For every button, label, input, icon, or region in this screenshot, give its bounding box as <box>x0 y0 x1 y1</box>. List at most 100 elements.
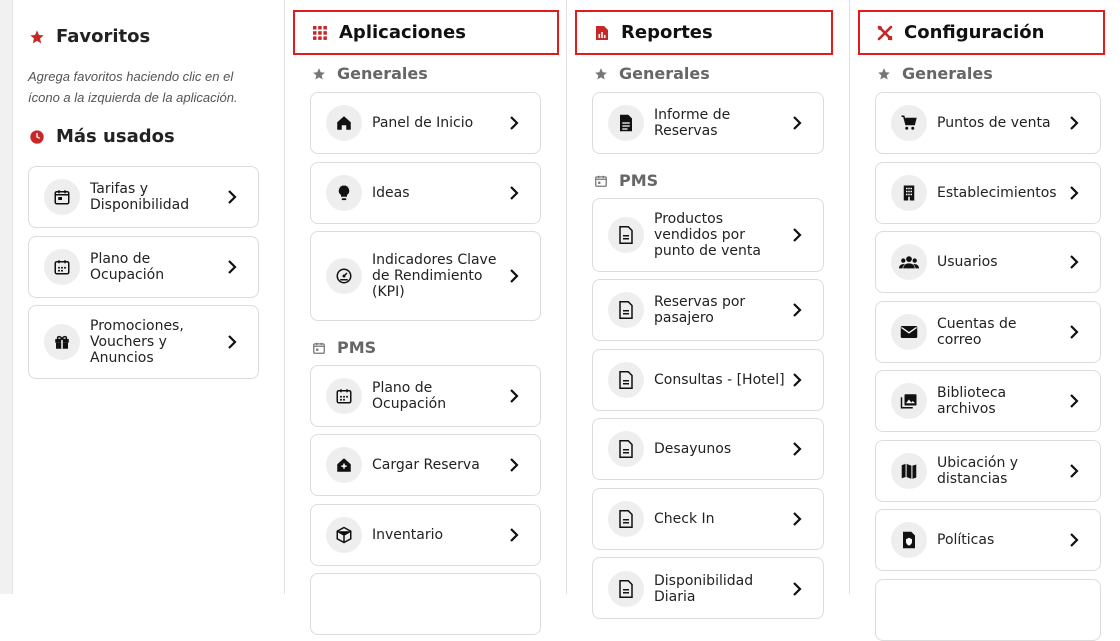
clock-icon <box>28 128 46 146</box>
favoritos-header: Favoritos <box>28 26 150 47</box>
chevron-right-icon <box>222 257 242 277</box>
document-outline-icon <box>608 217 644 253</box>
card-cargar-reserva[interactable]: Cargar Reserva <box>310 434 541 496</box>
card-label: Promociones, Vouchers y Anuncios <box>90 318 184 366</box>
aplicaciones-column: Aplicaciones Generales Panel de Inicio I… <box>285 0 566 635</box>
card-consultas-hotel[interactable]: Consultas - [Hotel] <box>592 349 824 411</box>
document-outline-icon <box>608 501 644 537</box>
configuracion-column: Configuración Generales Puntos de venta … <box>850 0 1120 641</box>
card-label: Consultas - [Hotel] <box>654 372 785 388</box>
chevron-right-icon <box>1064 391 1084 411</box>
building-icon <box>891 175 927 211</box>
card-promociones[interactable]: Promociones, Vouchers y Anuncios <box>28 305 259 379</box>
card-cuentas-correo[interactable]: Cuentas de correo <box>875 301 1101 363</box>
configuracion-header: Configuración <box>858 10 1105 55</box>
chevron-right-icon <box>1064 461 1084 481</box>
document-outline-icon <box>608 362 644 398</box>
photo-library-icon <box>891 383 927 419</box>
card-productos-vendidos[interactable]: Productos vendidos por punto de venta <box>592 198 824 272</box>
card-label: Informe de Reservas <box>654 107 731 139</box>
favoritos-hint: Agrega favoritos haciendo clic en el íco… <box>28 69 238 105</box>
policy-icon <box>891 522 927 558</box>
scrollbar[interactable] <box>0 0 13 594</box>
card-plano-ocupacion[interactable]: Plano de Ocupación <box>28 236 259 298</box>
card-label: Tarifas y Disponibilidad <box>90 181 190 213</box>
card-label: Políticas <box>937 532 995 548</box>
card-informe-reservas[interactable]: Informe de Reservas <box>592 92 824 154</box>
card-usuarios[interactable]: Usuarios <box>875 231 1101 293</box>
card-partial[interactable] <box>875 579 1101 641</box>
chevron-right-icon <box>504 386 524 406</box>
chevron-right-icon <box>222 187 242 207</box>
card-tarifas-disponibilidad[interactable]: Tarifas y Disponibilidad <box>28 166 259 228</box>
chevron-right-icon <box>1064 252 1084 272</box>
card-biblioteca-archivos[interactable]: Biblioteca archivos <box>875 370 1101 432</box>
star-icon <box>311 66 327 82</box>
group-label: Generales <box>619 64 710 83</box>
card-label: Productos vendidos por punto de venta <box>654 211 761 259</box>
box-icon <box>326 517 362 553</box>
reportes-column: Reportes Generales Informe de Reservas P… <box>567 0 849 619</box>
calendar-grid-icon <box>326 378 362 414</box>
calendar-outline-icon <box>593 173 609 189</box>
star-icon <box>876 66 892 82</box>
card-partial[interactable] <box>310 573 541 635</box>
card-label: Plano de Ocupación <box>90 251 165 283</box>
document-outline-icon <box>608 431 644 467</box>
card-label: Desayunos <box>654 441 732 457</box>
apps-grid-icon <box>311 24 329 42</box>
card-label: Puntos de venta <box>937 115 1051 131</box>
configuracion-title: Configuración <box>904 22 1045 43</box>
mail-icon <box>891 314 927 350</box>
calendar-grid-icon <box>44 249 80 285</box>
map-icon <box>891 453 927 489</box>
document-outline-icon <box>608 292 644 328</box>
reportes-title: Reportes <box>621 22 713 43</box>
card-disponibilidad-diaria[interactable]: Disponibilidad Diaria <box>592 557 824 619</box>
gift-icon <box>44 324 80 360</box>
card-desayunos[interactable]: Desayunos <box>592 418 824 480</box>
calendar-icon <box>44 179 80 215</box>
group-generales: Generales <box>311 64 428 83</box>
card-check-in[interactable]: Check In <box>592 488 824 550</box>
mas-usados-title: Más usados <box>56 126 175 147</box>
group-label: PMS <box>619 171 659 190</box>
card-ideas[interactable]: Ideas <box>310 162 541 224</box>
reportes-header: Reportes <box>575 10 833 55</box>
house-add-icon <box>326 447 362 483</box>
card-establecimientos[interactable]: Establecimientos <box>875 162 1101 224</box>
card-politicas[interactable]: Políticas <box>875 509 1101 571</box>
card-label: Usuarios <box>937 254 998 270</box>
card-label: Reservas por pasajero <box>654 294 746 326</box>
group-pms: PMS <box>311 338 376 357</box>
document-outline-icon <box>608 571 644 607</box>
chevron-right-icon <box>1064 530 1084 550</box>
chevron-right-icon <box>787 509 807 529</box>
chevron-right-icon <box>504 525 524 545</box>
home-icon <box>326 105 362 141</box>
card-plano-ocupacion-pms[interactable]: Plano de Ocupación <box>310 365 541 427</box>
card-puntos-venta[interactable]: Puntos de venta <box>875 92 1101 154</box>
chevron-right-icon <box>787 225 807 245</box>
card-panel-inicio[interactable]: Panel de Inicio <box>310 92 541 154</box>
aplicaciones-header: Aplicaciones <box>293 10 559 55</box>
card-label: Ideas <box>372 185 410 201</box>
card-ubicacion-distancias[interactable]: Ubicación y distancias <box>875 440 1101 502</box>
aplicaciones-title: Aplicaciones <box>339 22 466 43</box>
card-inventario[interactable]: Inventario <box>310 504 541 566</box>
users-icon <box>891 244 927 280</box>
chevron-right-icon <box>787 300 807 320</box>
card-label: Cuentas de correo <box>937 316 1017 348</box>
favoritos-title: Favoritos <box>56 26 151 47</box>
star-icon <box>593 66 609 82</box>
card-kpi[interactable]: Indicadores Clave de Rendimiento (KPI) <box>310 231 541 321</box>
chevron-right-icon <box>504 183 524 203</box>
chevron-right-icon <box>787 579 807 599</box>
card-label: Cargar Reserva <box>372 457 480 473</box>
chevron-right-icon <box>787 113 807 133</box>
chevron-right-icon <box>1064 113 1084 133</box>
tools-icon <box>876 24 894 42</box>
lightbulb-icon <box>326 175 362 211</box>
chevron-right-icon <box>1064 183 1084 203</box>
card-reservas-pasajero[interactable]: Reservas por pasajero <box>592 279 824 341</box>
